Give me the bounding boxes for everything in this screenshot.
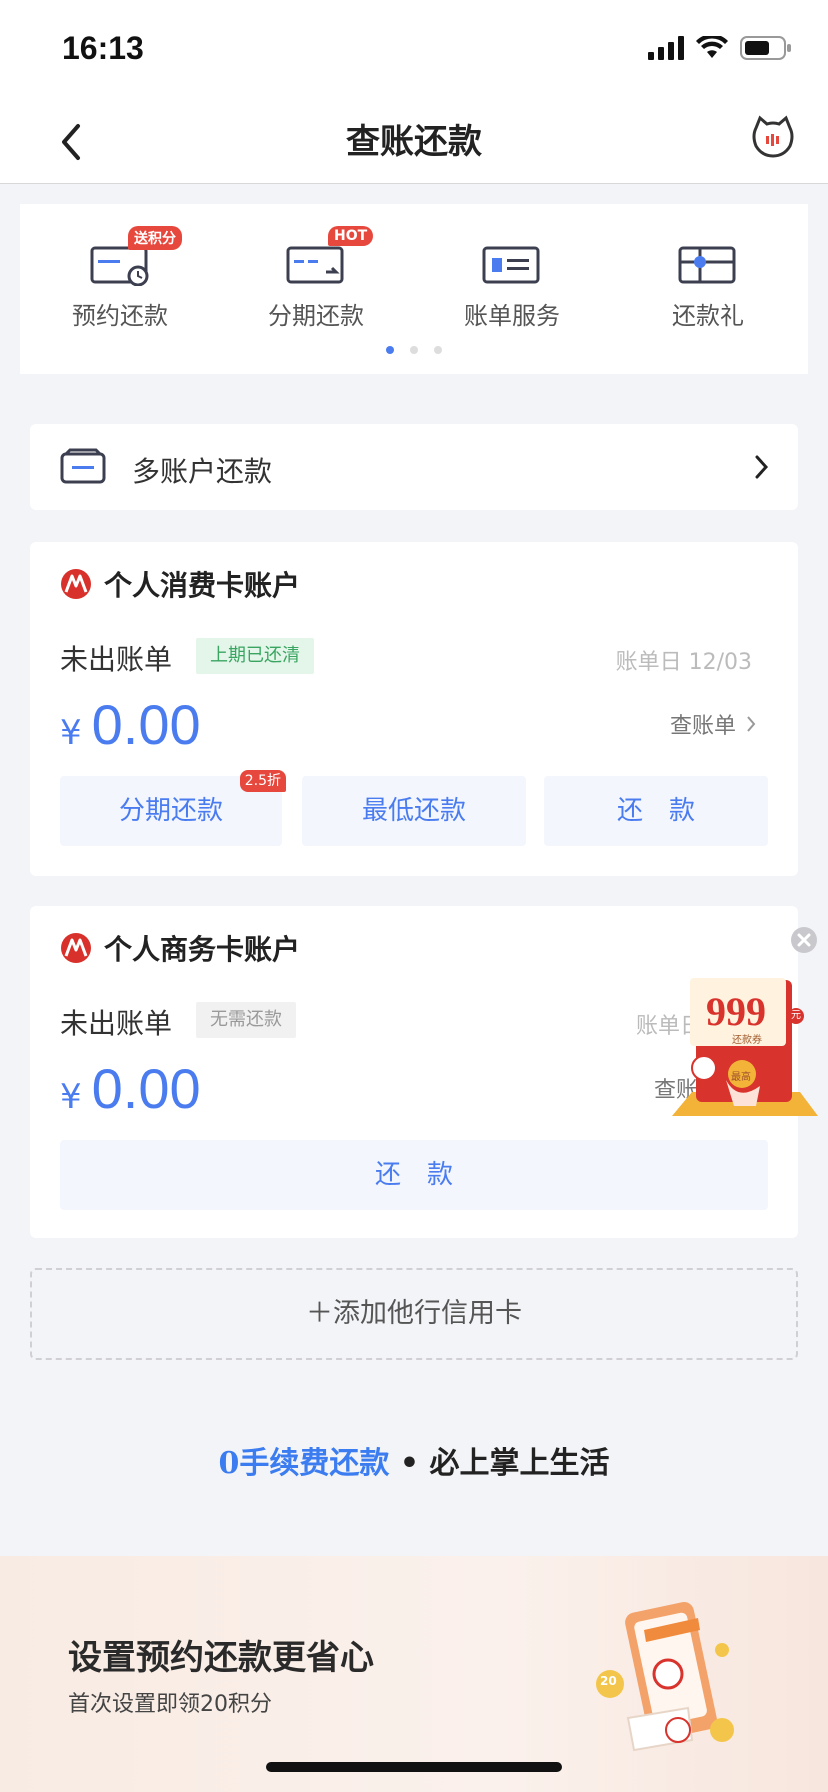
installment-button-label: 分期还款 (118, 796, 223, 826)
multi-account-row[interactable]: 多账户还款 (30, 424, 798, 510)
account-name: 个人消费卡账户 (104, 569, 301, 602)
quick-label: 账单服务 (464, 302, 560, 330)
minimum-payment-button[interactable]: 最低还款 (302, 776, 526, 846)
discount-badge: 2.5折 (239, 770, 286, 792)
nav-bar: 查账还款 (0, 96, 828, 184)
page-dot (434, 346, 442, 354)
installment-button[interactable]: 分期还款 2.5折 (60, 770, 286, 846)
gift-icon (668, 232, 748, 286)
bill-service-icon (472, 232, 552, 286)
coupon-amount: 999 (706, 989, 766, 1034)
floating-coupon-ad[interactable]: 999 元 还款券 最高 (668, 976, 820, 1124)
chevron-right-icon (747, 716, 756, 732)
bill-status: 未出账单 (60, 643, 173, 676)
quick-item-scheduled-repay[interactable]: 送积分 预约还款 (40, 226, 200, 331)
coin-label: 20 (600, 1674, 617, 1688)
promo-subtitle: 首次设置即领20积分 (68, 1692, 272, 1717)
slogan-separator: • (389, 1446, 430, 1481)
status-badge: 上期已还清 (196, 638, 314, 674)
bill-status: 未出账单 (60, 1007, 173, 1040)
signal-icon (648, 36, 684, 60)
wifi-icon (696, 36, 728, 58)
home-indicator (266, 1762, 562, 1772)
promo-title: 设置预约还款更省心 (68, 1638, 374, 1678)
account-name: 个人商务卡账户 (104, 933, 301, 966)
currency-symbol: ¥ (60, 713, 82, 753)
close-icon[interactable] (790, 926, 818, 954)
view-bill-label: 查账单 (669, 714, 736, 739)
quick-badge: HOT (328, 226, 374, 246)
balance-amount: ¥ 0.00 (60, 1056, 201, 1121)
quick-label: 还款礼 (672, 302, 744, 330)
status-time: 16:13 (62, 30, 144, 66)
multi-account-label: 多账户还款 (132, 455, 273, 488)
currency-symbol: ¥ (60, 1077, 82, 1117)
repay-button[interactable]: 还 款 (544, 776, 768, 846)
quick-badge: 送积分 (128, 226, 182, 250)
scheduled-repay-icon: 送积分 (80, 226, 182, 287)
chevron-right-icon (755, 455, 769, 479)
bank-logo-icon (61, 933, 91, 963)
coupon-unit: 元 (788, 1008, 804, 1024)
page-dot (410, 346, 418, 354)
slogan-rest: 必上掌上生活 (429, 1446, 610, 1481)
amount-value: 0.00 (91, 1057, 201, 1120)
page-title: 查账还款 (346, 122, 482, 162)
status-icons (648, 36, 792, 60)
coupon-caption: 还款券 (732, 1035, 762, 1046)
slogan: 0手续费还款 • 必上掌上生活 (0, 1438, 828, 1482)
cat-service-icon[interactable] (750, 114, 796, 160)
minimum-payment-label: 最低还款 (361, 796, 466, 826)
quick-action-panel: 送积分 预约还款 HOT 分期还款 账单服务 还款礼 (20, 204, 808, 374)
bill-date: 账单日 12/03 (615, 650, 752, 675)
account-header: 个人消费卡账户 (60, 564, 300, 604)
installment-icon: HOT (276, 226, 374, 286)
wallet-icon (60, 448, 106, 484)
amount-value: 0.00 (91, 693, 201, 756)
quick-item-installment[interactable]: HOT 分期还款 (236, 226, 396, 331)
status-bar: 16:13 (0, 0, 828, 96)
account-card: 个人消费卡账户 未出账单 上期已还清 账单日 12/03 ¥ 0.00 查账单 … (30, 542, 798, 876)
repay-button[interactable]: 还 款 (60, 1140, 768, 1210)
quick-label: 预约还款 (72, 302, 168, 330)
repay-button-label: 还 款 (374, 1160, 453, 1190)
bank-logo-icon (61, 569, 91, 599)
view-bill-link[interactable]: 查账单 (670, 708, 756, 740)
quick-label: 分期还款 (268, 302, 364, 330)
page-dot (386, 346, 394, 354)
page-indicator (20, 339, 808, 358)
add-card-button[interactable]: ＋添加他行信用卡 (30, 1268, 798, 1360)
battery-icon (740, 36, 791, 60)
balance-amount: ¥ 0.00 (60, 692, 201, 757)
quick-item-repay-gift[interactable]: 还款礼 (628, 232, 788, 331)
add-card-label: ＋添加他行信用卡 (306, 1298, 522, 1329)
promo-banner[interactable]: 设置预约还款更省心 首次设置即领20积分 20 (0, 1556, 828, 1792)
status-badge: 无需还款 (196, 1002, 296, 1038)
coupon-seal: 最高 (731, 1072, 751, 1083)
account-header: 个人商务卡账户 (60, 928, 300, 968)
slogan-highlight: 0手续费还款 (218, 1446, 390, 1481)
quick-item-bill-service[interactable]: 账单服务 (432, 232, 592, 331)
repay-button-label: 还 款 (616, 796, 695, 826)
